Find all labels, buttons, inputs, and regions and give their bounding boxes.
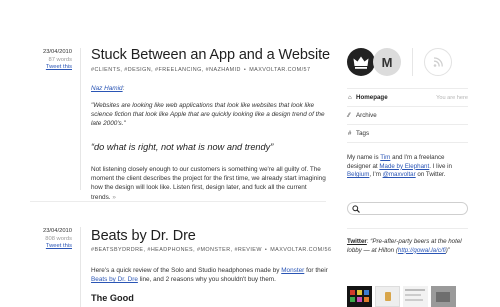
photo-thumbnail[interactable] (431, 286, 456, 307)
latest-tweet: Twitter: “Pre-after-party beers at the h… (347, 238, 462, 254)
tag-link[interactable]: #FREELANCING (155, 67, 202, 73)
tweet-this-link[interactable]: Tweet this (43, 243, 72, 251)
photo-thumbnail[interactable] (403, 286, 428, 307)
pull-quote: “do what is right, not what is now and t… (91, 142, 274, 152)
company-link[interactable]: Made by Elephant (379, 163, 429, 170)
city-link[interactable]: Belgium (347, 171, 369, 178)
tweet-url-link[interactable]: http://gowal.la/c/fi (398, 247, 446, 254)
crown-avatar[interactable] (347, 48, 375, 76)
section-heading: The Good (91, 293, 134, 303)
author-link[interactable]: Naz Hamid (91, 85, 123, 92)
archive-icon: ⁄⁄ (348, 112, 351, 119)
post-word-count: 808 words (45, 235, 72, 242)
rss-button[interactable] (424, 48, 452, 76)
sidebar-separator (347, 228, 468, 229)
photo-thumbnail[interactable] (347, 286, 372, 307)
end-mark: » (112, 193, 116, 201)
beats-link[interactable]: Beats by Dr. Dre (91, 276, 138, 283)
post-date: 23/04/2010 (42, 228, 72, 234)
tag-link[interactable]: #BEATSBYDRDRE (91, 247, 143, 253)
permalink[interactable]: MAXVOLTAR.COM/56 (270, 247, 331, 253)
nav-archive[interactable]: ⁄⁄ Archive (348, 107, 468, 124)
post-quote: "Websites are looking like web applicati… (91, 102, 325, 128)
name-link[interactable]: Tim (380, 154, 390, 161)
post-tags: #BEATSBYDRDRE, #HEADPHONES, #MONSTER, #R… (91, 247, 332, 253)
crown-icon (353, 56, 369, 69)
post-tags: #CLIENTS, #DESIGN, #FREELANCING, #NAZHAM… (91, 67, 311, 73)
sidebar-separator (347, 142, 468, 143)
post-title[interactable]: Beats by Dr. Dre (91, 228, 196, 244)
twitter-handle-link[interactable]: @maxvoltar (383, 171, 416, 178)
tags-icon: # (348, 130, 352, 137)
tag-link[interactable]: #DESIGN (124, 67, 151, 73)
nav-homepage[interactable]: ⌂ Homepage You are here (348, 89, 468, 106)
permalink[interactable]: MAXVOLTAR.COM/57 (249, 67, 310, 73)
post-word-count: 87 words (48, 56, 72, 63)
home-icon: ⌂ (348, 94, 352, 101)
post-divider-line (80, 227, 81, 307)
photo-thumbnail[interactable] (375, 286, 400, 307)
rss-icon (433, 57, 443, 67)
post-meta: 23/04/2010 808 words Tweet this (43, 228, 72, 251)
post-date: 23/04/2010 (42, 49, 72, 55)
tag-link[interactable]: #MONSTER (197, 247, 231, 253)
post-divider-line (80, 48, 81, 190)
tag-link[interactable]: #NAZHAMID (206, 67, 241, 73)
tag-link[interactable]: #CLIENTS (91, 67, 120, 73)
search-icon (352, 205, 360, 213)
tag-link[interactable]: #HEADPHONES (147, 247, 193, 253)
author-bio: My name is Tim and I'm a freelance desig… (347, 154, 452, 179)
post-paragraph: Here's a quick review of the Solo and St… (91, 267, 328, 284)
search-input[interactable] (347, 202, 468, 215)
current-page-note: You are here (436, 94, 468, 101)
author-line: Naz Hamid: (91, 85, 125, 92)
nav-tags[interactable]: # Tags (348, 125, 468, 142)
post-title[interactable]: Stuck Between an App and a Website (91, 47, 330, 63)
monster-link[interactable]: Monster (281, 267, 304, 274)
avatar[interactable]: M (373, 48, 401, 76)
post-separator (30, 201, 326, 202)
post-meta: 23/04/2010 87 words Tweet this (43, 49, 72, 72)
twitter-link[interactable]: Twitter (347, 238, 367, 245)
tweet-this-link[interactable]: Tweet this (43, 64, 72, 72)
tag-link[interactable]: #REVIEW (234, 247, 261, 253)
post-paragraph: Not listening closely enough to our cust… (91, 166, 326, 201)
header-divider (412, 48, 413, 76)
